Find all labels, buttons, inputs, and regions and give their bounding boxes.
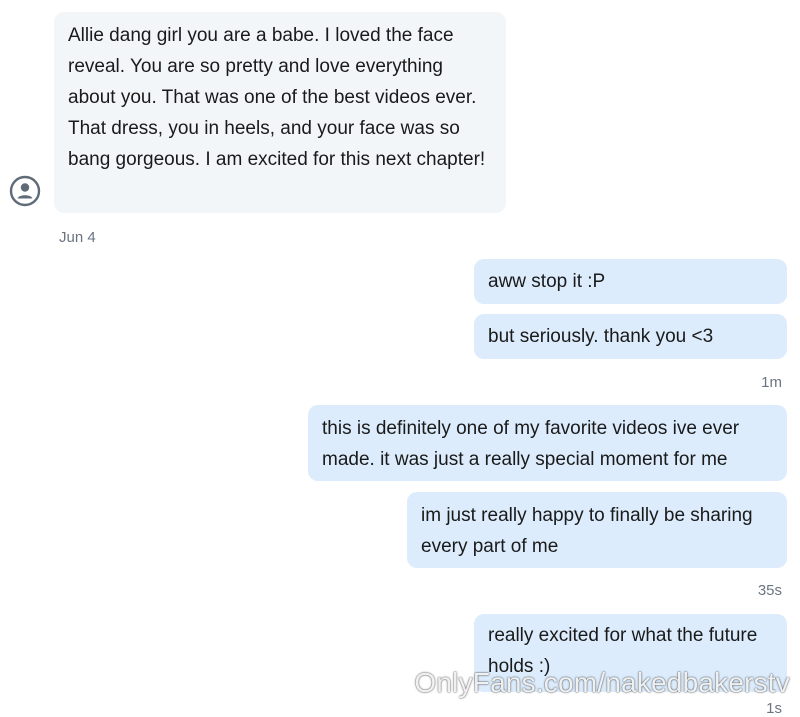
outgoing-message: but seriously. thank you <3 — [474, 314, 787, 359]
watermark: OnlyFans.com/nakedbakerstv — [414, 667, 790, 698]
message-date: Jun 4 — [59, 229, 96, 246]
message-timestamp: 35s — [757, 582, 782, 599]
outgoing-message: im just really happy to finally be shari… — [407, 492, 787, 568]
message-timestamp: 1s — [766, 700, 782, 717]
user-avatar-icon[interactable] — [9, 175, 41, 207]
outgoing-message: aww stop it :P — [474, 259, 787, 304]
incoming-message: Allie dang girl you are a babe. I loved … — [54, 12, 506, 213]
message-timestamp: 1m — [761, 374, 782, 391]
outgoing-message: this is definitely one of my favorite vi… — [308, 405, 787, 481]
